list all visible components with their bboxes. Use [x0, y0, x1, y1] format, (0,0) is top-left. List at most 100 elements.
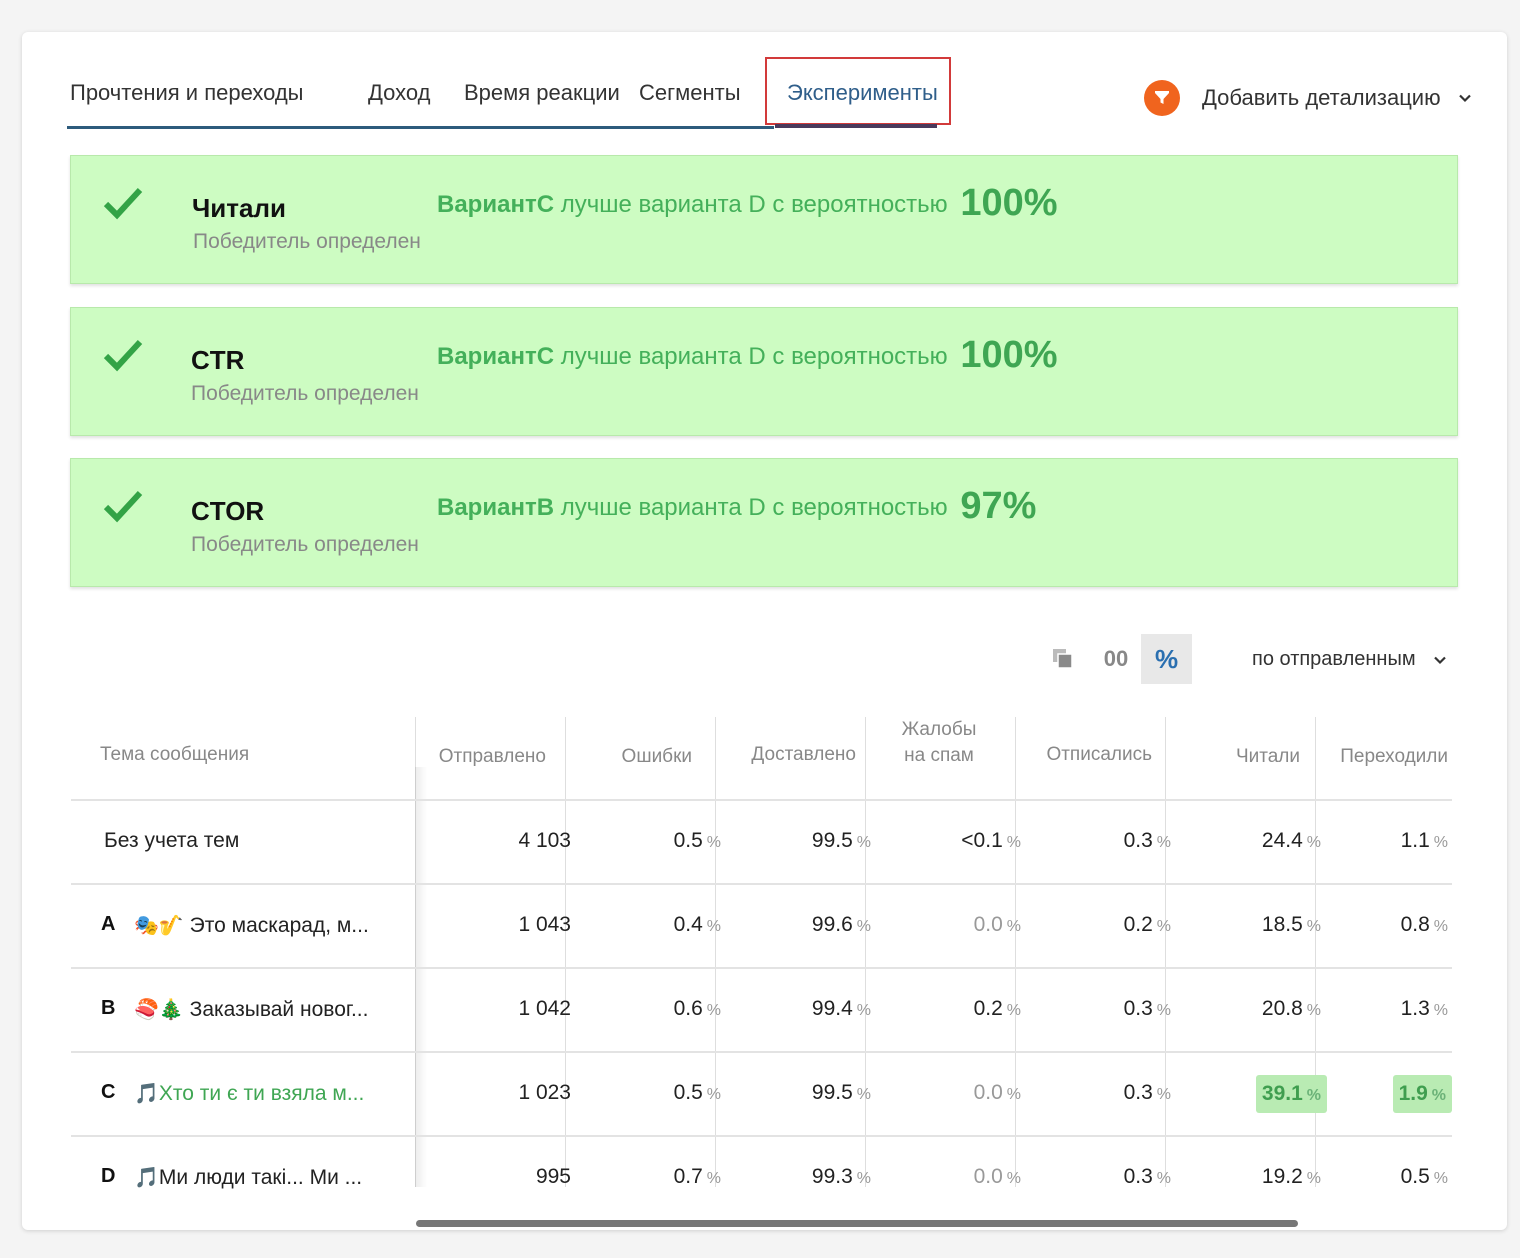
subject-emoji: 🎵 [134, 1083, 159, 1105]
cell-delivered: 99.4% [811, 997, 871, 1020]
cell-clicked: 1.1% [1400, 829, 1448, 852]
cell-clicked-winner: 1.9% [1392, 1075, 1452, 1113]
row-subject: Без учета тем [104, 829, 240, 852]
chevron-down-icon [1458, 94, 1471, 103]
cell-errors: 0.4% [673, 913, 721, 936]
cell-read-winner: 39.1% [1255, 1075, 1327, 1113]
result-status: Победитель определен [191, 382, 419, 405]
subject-text: Заказывай новог... [189, 998, 369, 1021]
cell-errors: 0.5% [673, 1081, 721, 1104]
result-variant: ВариантB [437, 494, 555, 521]
row-subject: 🎭🎷 Это маскарад, м... [134, 913, 369, 938]
result-card-ctor: CTOR Победитель определен ВариантB лучше… [70, 458, 1458, 587]
results-table: Тема сообщения Отправлено Ошибки Доставл… [71, 717, 1452, 1192]
subject-emoji: 🎭🎷 [134, 915, 184, 937]
result-text: лучше варианта D с вероятностью [554, 191, 955, 218]
table-row[interactable]: A 🎭🎷 Это маскарад, м... 1 043 0.4% 99.6%… [71, 885, 1452, 969]
percent-values-button[interactable]: % [1141, 634, 1192, 684]
result-text: лучше варианта D с вероятностью [554, 494, 955, 521]
tabs-underline [67, 126, 774, 129]
result-text: лучше варианта D с вероятностью [554, 343, 955, 370]
cell-errors: 0.5% [673, 829, 721, 852]
result-status: Победитель определен [193, 230, 421, 253]
header-spam[interactable]: Жалобы на спам [875, 717, 1003, 769]
header-clicked[interactable]: Переходили [1325, 744, 1448, 770]
table-row[interactable]: Без учета тем 4 103 0.5% 99.5% <0.1% 0.3… [71, 801, 1452, 885]
tab-reads-clicks[interactable]: Прочтения и переходы [70, 80, 303, 106]
result-card-reads: Читали Победитель определен ВариантC луч… [70, 155, 1458, 284]
header-spam-line1: Жалобы [901, 719, 977, 740]
cell-sent: 1 043 [518, 913, 571, 936]
row-subject: 🎵Хто ти є ти взяла м... [134, 1081, 364, 1106]
tab-revenue[interactable]: Доход [368, 80, 430, 106]
cell-read: 24.4% [1261, 829, 1321, 852]
row-subject: 🎵Ми люди такі... Ми ... [134, 1165, 362, 1190]
row-subject: 🍣🎄 Заказывай новог... [134, 997, 368, 1022]
sort-base-label: по отправленным [1252, 648, 1416, 670]
subject-emoji: 🍣🎄 [134, 999, 184, 1021]
result-metric-name: CTOR [191, 496, 265, 526]
cell-read: 19.2% [1261, 1165, 1321, 1188]
cell-spam: 0.0% [973, 913, 1021, 936]
cell-unsubscribed: 0.3% [1123, 1081, 1171, 1104]
result-probability: 100% [960, 182, 1058, 224]
cell-spam: 0.2% [973, 997, 1021, 1020]
variant-letter: C [101, 1081, 116, 1103]
copy-icon[interactable] [1052, 648, 1074, 670]
result-card-ctr: CTR Победитель определен ВариантC лучше … [70, 307, 1458, 436]
table-row[interactable]: C 🎵Хто ти є ти взяла м... 1 023 0.5% 99.… [71, 1053, 1452, 1137]
variant-letter: A [101, 913, 116, 935]
result-message: ВариантB лучше варианта D с вероятностью… [437, 485, 1036, 528]
cell-spam: 0.0% [973, 1165, 1021, 1188]
subject-text: Хто ти є ти взяла м... [158, 1082, 365, 1105]
cell-unsubscribed: 0.3% [1123, 829, 1171, 852]
cell-sent: 4 103 [518, 829, 571, 852]
add-detail-dropdown[interactable]: Добавить детализацию [1144, 78, 1471, 118]
horizontal-scrollbar[interactable] [416, 1220, 1298, 1227]
result-metric-name: Читали [192, 193, 286, 223]
variant-letter: D [101, 1165, 116, 1187]
variant-letter: B [101, 997, 116, 1019]
table-row[interactable]: D 🎵Ми люди такі... Ми ... 995 0.7% 99.3%… [71, 1137, 1452, 1192]
active-tab-underline [775, 124, 937, 128]
cell-delivered: 99.5% [811, 829, 871, 852]
cell-read: 20.8% [1261, 997, 1321, 1020]
check-icon [103, 187, 143, 220]
header-delivered[interactable]: Доставлено [725, 742, 856, 768]
result-probability: 97% [960, 485, 1037, 527]
result-message: ВариантC лучше варианта D с вероятностью… [437, 182, 1058, 225]
header-unsubscribed[interactable]: Отписались [1025, 742, 1152, 768]
tab-segments[interactable]: Сегменты [639, 80, 741, 106]
absolute-values-button[interactable]: 00 [1092, 634, 1140, 684]
chevron-down-icon [1433, 656, 1446, 664]
result-probability: 100% [960, 334, 1058, 376]
header-read[interactable]: Читали [1175, 744, 1300, 770]
header-subject[interactable]: Тема сообщения [100, 742, 249, 768]
result-status: Победитель определен [191, 533, 419, 556]
tab-experiments[interactable]: Эксперименты [787, 80, 938, 106]
header-spam-line2: на спам [904, 745, 974, 766]
cell-unsubscribed: 0.3% [1123, 997, 1171, 1020]
table-row[interactable]: B 🍣🎄 Заказывай новог... 1 042 0.6% 99.4%… [71, 969, 1452, 1053]
subject-text: Это маскарад, м... [189, 914, 369, 937]
cell-sent: 1 042 [518, 997, 571, 1020]
cell-spam: 0.0% [973, 1081, 1021, 1104]
check-icon [103, 339, 143, 372]
header-sent[interactable]: Отправлено [425, 744, 546, 770]
subject-emoji: 🎵 [134, 1167, 159, 1189]
cell-errors: 0.7% [673, 1165, 721, 1188]
add-detail-label: Добавить детализацию [1202, 85, 1441, 110]
cell-delivered: 99.3% [811, 1165, 871, 1188]
sort-base-dropdown[interactable]: по отправленным [1252, 648, 1446, 671]
result-variant: ВариантC [437, 343, 555, 370]
cell-clicked: 1.3% [1400, 997, 1448, 1020]
cell-delivered: 99.5% [811, 1081, 871, 1104]
cell-clicked: 0.8% [1400, 913, 1448, 936]
subject-text: Ми люди такі... Ми ... [158, 1166, 363, 1189]
tab-reaction-time[interactable]: Время реакции [464, 80, 620, 106]
cell-read: 18.5% [1261, 913, 1321, 936]
header-errors[interactable]: Ошибки [575, 744, 692, 770]
result-variant: ВариантC [437, 191, 555, 218]
cell-sent: 1 023 [518, 1081, 571, 1104]
cell-unsubscribed: 0.3% [1123, 1165, 1171, 1188]
